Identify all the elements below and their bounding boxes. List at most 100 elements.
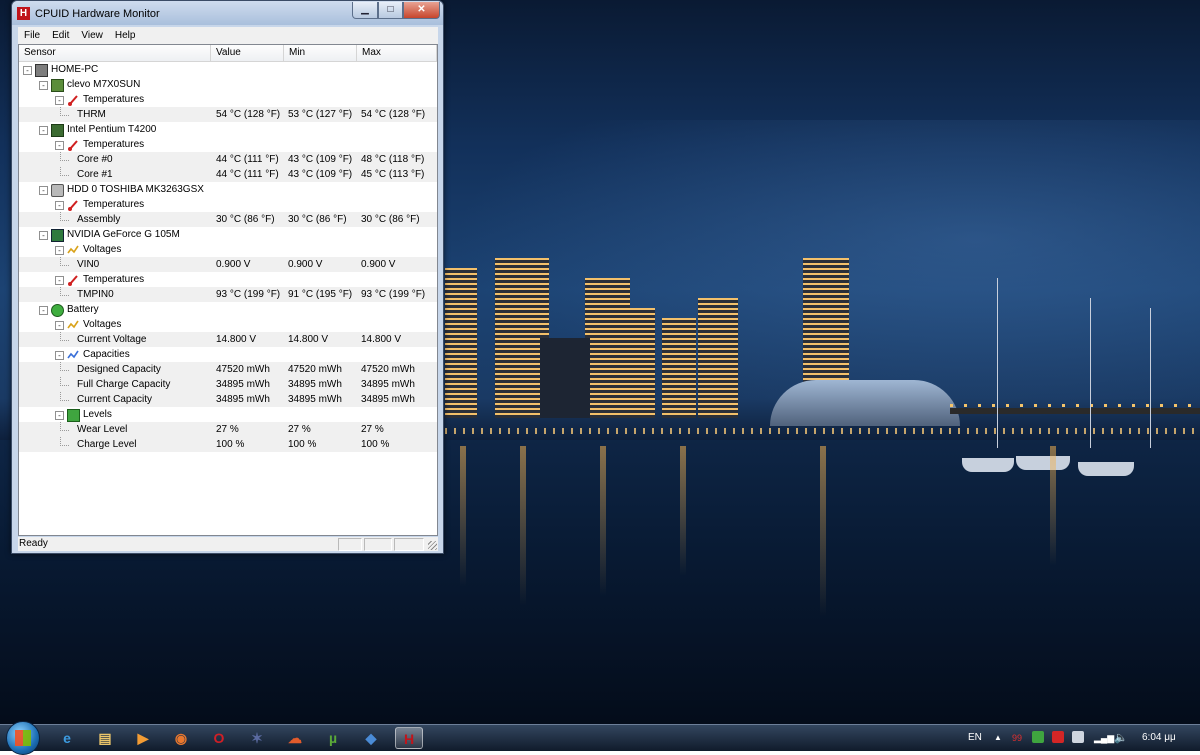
building xyxy=(662,318,696,418)
sensor-group-row[interactable]: - Voltages xyxy=(19,317,437,332)
sensor-max: 100 % xyxy=(361,439,390,450)
tray-app-icon[interactable] xyxy=(1032,731,1044,743)
tree-collapse-toggle[interactable]: - xyxy=(39,306,48,315)
sensor-min: 34895 mWh xyxy=(288,394,342,405)
sensor-value: 14.800 V xyxy=(216,334,257,345)
sensor-reading-row[interactable]: Full Charge Capacity 34895 mWh 34895 mWh 34… xyxy=(19,377,437,392)
sensor-group-row[interactable]: - HDD 0 TOSHIBA MK3263GSX xyxy=(19,182,437,197)
sensor-reading-row[interactable]: Core #0 44 °C (111 °F) 43 °C (109 °F) 48 °C… xyxy=(19,152,437,167)
column-header-value[interactable]: Value xyxy=(211,45,284,61)
sensor-group-row[interactable]: - HOME-PC xyxy=(19,62,437,77)
taskbar-internet-explorer-button[interactable]: e xyxy=(53,727,81,749)
sensor-group-row[interactable]: - Intel Pentium T4200 xyxy=(19,122,437,137)
tree-collapse-toggle[interactable]: - xyxy=(55,276,64,285)
sensor-group-row[interactable]: - Temperatures xyxy=(19,272,437,287)
sensor-reading-row[interactable]: TMPIN0 93 °C (199 °F) 91 °C (195 °F) 93 °C … xyxy=(19,287,437,302)
tree-collapse-toggle[interactable]: - xyxy=(39,231,48,240)
tray-action-center-icon[interactable] xyxy=(1072,731,1084,743)
hard-drive-icon xyxy=(51,184,64,197)
maximize-button[interactable]: □ xyxy=(378,2,403,19)
tree-connector-line xyxy=(60,152,69,161)
menu-edit[interactable]: Edit xyxy=(46,27,75,44)
sensor-name: TMPIN0 xyxy=(77,289,114,300)
tree-collapse-toggle[interactable]: - xyxy=(23,66,32,75)
taskbar-app-swirl-button[interactable]: ☁ xyxy=(281,727,309,749)
sensor-reading-row[interactable]: Core #1 44 °C (111 °F) 43 °C (109 °F) 45 °C… xyxy=(19,167,437,182)
tree-connector-line xyxy=(60,287,69,296)
volume-icon[interactable]: 🔈 xyxy=(1114,725,1128,751)
taskbar-hwmonitor-button[interactable]: H xyxy=(395,727,423,749)
sensor-name: Current Voltage xyxy=(77,334,147,345)
sensor-reading-row[interactable]: Current Voltage 14.800 V 14.800 V 14.800 V xyxy=(19,332,437,347)
sensor-group-row[interactable]: - Temperatures xyxy=(19,92,437,107)
sensor-reading-row[interactable]: VIN0 0.900 V 0.900 V 0.900 V xyxy=(19,257,437,272)
boat xyxy=(962,458,1014,472)
tree-collapse-toggle[interactable]: - xyxy=(55,321,64,330)
sensor-reading-row[interactable]: Current Capacity 34895 mWh 34895 mWh 34895 … xyxy=(19,392,437,407)
title-bar[interactable]: H CPUID Hardware Monitor ▁ □ ✕ xyxy=(12,1,443,25)
taskbar-app-blue-button[interactable]: ◆ xyxy=(357,727,385,749)
menu-view[interactable]: View xyxy=(75,27,109,44)
tree-collapse-toggle[interactable]: - xyxy=(39,81,48,90)
taskbar-firefox-button[interactable]: ◉ xyxy=(167,727,195,749)
gpu-icon xyxy=(51,229,64,242)
sensor-group-row[interactable]: - Temperatures xyxy=(19,137,437,152)
taskbar-opera-button[interactable]: O xyxy=(205,727,233,749)
sensor-group-row[interactable]: - Levels xyxy=(19,407,437,422)
status-bar: Ready xyxy=(18,537,438,551)
tray-badge[interactable]: 99 xyxy=(1012,725,1022,751)
column-header-sensor[interactable]: Sensor xyxy=(19,45,211,61)
sensor-group-row[interactable]: - NVIDIA GeForce G 105M xyxy=(19,227,437,242)
network-icon[interactable]: ▂▄▆ xyxy=(1094,725,1114,751)
tree-collapse-toggle[interactable]: - xyxy=(55,411,64,420)
sensor-tree-list[interactable]: Sensor Value Min Max - HOME-PC - clevo M7X0… xyxy=(18,44,438,536)
taskbar-utorrent-button[interactable]: µ xyxy=(319,727,347,749)
tree-connector-line xyxy=(60,167,69,176)
sensor-value: 34895 mWh xyxy=(216,379,270,390)
sensor-name: clevo M7X0SUN xyxy=(67,79,141,90)
sensor-min: 43 °C (109 °F) xyxy=(288,169,353,180)
sensor-group-row[interactable]: - Capacities xyxy=(19,347,437,362)
sensor-name: Voltages xyxy=(83,319,122,330)
tree-collapse-toggle[interactable]: - xyxy=(55,351,64,360)
hwmonitor-app-icon[interactable]: H xyxy=(17,7,30,20)
voltage-icon xyxy=(67,319,79,331)
sensor-reading-row[interactable]: THRM 54 °C (128 °F) 53 °C (127 °F) 54 °C (1… xyxy=(19,107,437,122)
sensor-rows: - HOME-PC - clevo M7X0SUN - Temperatures THRM 5… xyxy=(19,62,437,452)
menu-file[interactable]: File xyxy=(18,27,46,44)
show-hidden-icons-button[interactable]: ▲ xyxy=(994,725,1002,751)
column-header-max[interactable]: Max xyxy=(357,45,437,61)
tree-connector-line xyxy=(60,257,69,266)
sensor-name: Full Charge Capacity xyxy=(77,379,171,390)
sensor-max: 27 % xyxy=(361,424,384,435)
thermometer-icon xyxy=(67,199,79,211)
tree-collapse-toggle[interactable]: - xyxy=(39,126,48,135)
taskbar-app-dark-button[interactable]: ✶ xyxy=(243,727,271,749)
tree-collapse-toggle[interactable]: - xyxy=(55,246,64,255)
tree-collapse-toggle[interactable]: - xyxy=(55,201,64,210)
sensor-group-row[interactable]: - Temperatures xyxy=(19,197,437,212)
tray-antivirus-icon[interactable] xyxy=(1052,731,1064,743)
sensor-reading-row[interactable]: Charge Level 100 % 100 % 100 % xyxy=(19,437,437,452)
close-button[interactable]: ✕ xyxy=(403,2,440,19)
minimize-button[interactable]: ▁ xyxy=(352,2,378,19)
sensor-group-row[interactable]: - Voltages xyxy=(19,242,437,257)
sensor-group-row[interactable]: - clevo M7X0SUN xyxy=(19,77,437,92)
taskbar-explorer-button[interactable]: ▤ xyxy=(91,727,119,749)
menu-help[interactable]: Help xyxy=(109,27,142,44)
language-indicator[interactable]: EN xyxy=(968,725,982,751)
sensor-group-row[interactable]: - Battery xyxy=(19,302,437,317)
sensor-name: Battery xyxy=(67,304,99,315)
tree-collapse-toggle[interactable]: - xyxy=(55,96,64,105)
column-header-min[interactable]: Min xyxy=(284,45,357,61)
sensor-reading-row[interactable]: Assembly 30 °C (86 °F) 30 °C (86 °F) 30 °C … xyxy=(19,212,437,227)
tree-collapse-toggle[interactable]: - xyxy=(39,186,48,195)
sensor-name: Designed Capacity xyxy=(77,364,161,375)
sensor-reading-row[interactable]: Wear Level 27 % 27 % 27 % xyxy=(19,422,437,437)
sensor-name: Temperatures xyxy=(83,199,145,210)
resize-grip[interactable] xyxy=(428,541,437,550)
taskbar-media-player-button[interactable]: ▶ xyxy=(129,727,157,749)
tree-collapse-toggle[interactable]: - xyxy=(55,141,64,150)
sensor-reading-row[interactable]: Designed Capacity 47520 mWh 47520 mWh 47520… xyxy=(19,362,437,377)
clock[interactable]: 6:04 μμ xyxy=(1142,725,1176,751)
